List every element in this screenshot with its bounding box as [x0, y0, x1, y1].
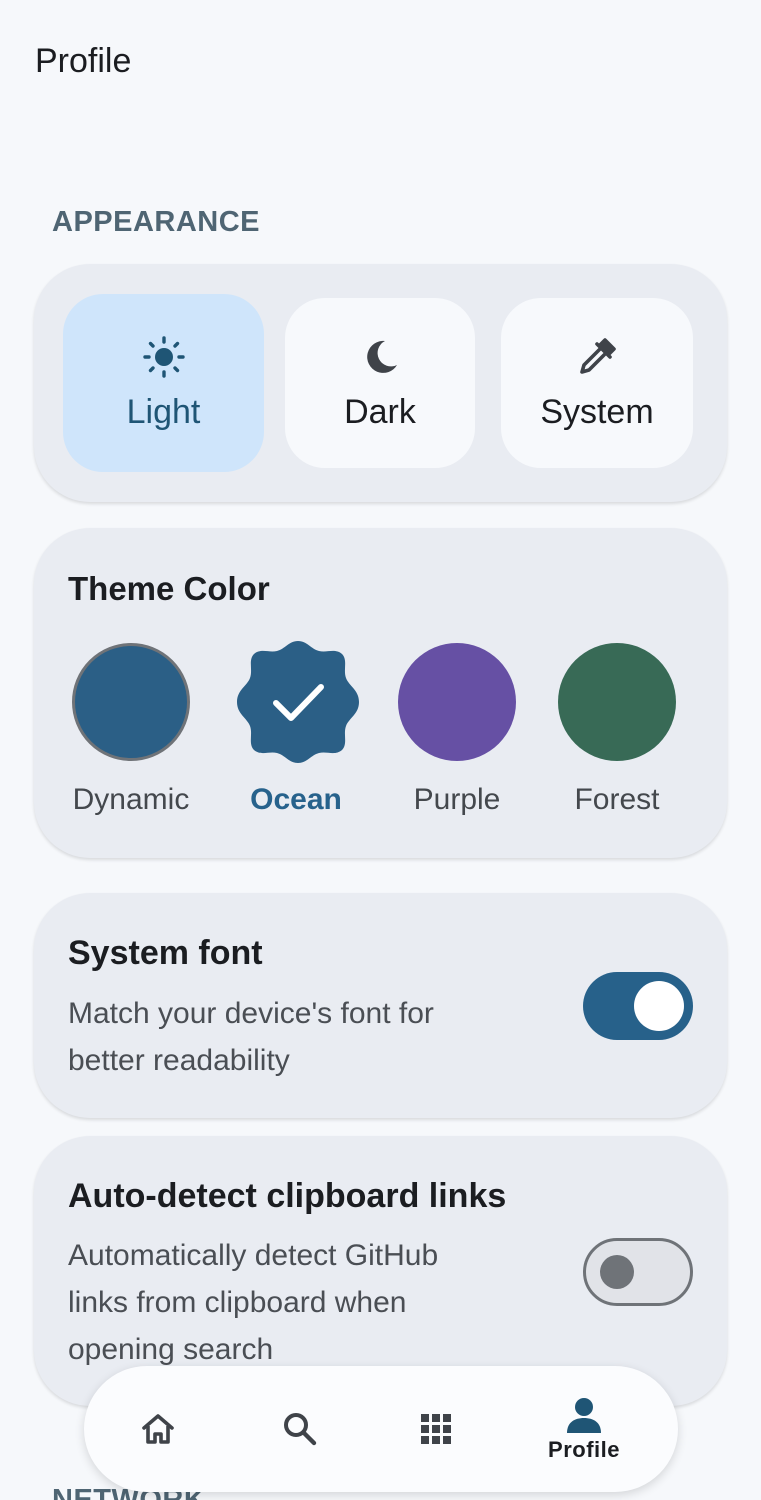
home-icon [142, 1414, 174, 1444]
system-font-card[interactable]: System font Match your device's font for… [34, 893, 727, 1118]
mode-light-label: Light [126, 392, 201, 431]
description-line: Match your device's font for [68, 997, 434, 1030]
mode-dark-button[interactable]: Dark [285, 298, 475, 468]
system-font-title: System font [68, 934, 263, 972]
mode-dark-label: Dark [344, 392, 416, 431]
mode-light-button[interactable]: Light [63, 294, 264, 472]
mode-system-button[interactable]: System [501, 298, 693, 468]
forest-color-circle [558, 643, 676, 761]
nav-search-button[interactable] [230, 1366, 370, 1492]
dynamic-color-circle [72, 643, 190, 761]
sun-icon [142, 335, 185, 378]
description-line: links from clipboard when [68, 1286, 407, 1319]
person-icon [567, 1398, 601, 1433]
theme-color-card: Theme Color Dynamic Ocean Purple Forest [34, 528, 727, 858]
color-label-forest: Forest [574, 783, 660, 816]
apps-grid-icon [421, 1414, 451, 1444]
nav-home-button[interactable] [88, 1366, 228, 1492]
search-icon [284, 1413, 317, 1446]
toggle-thumb [634, 981, 684, 1031]
color-label-dynamic: Dynamic [72, 783, 190, 816]
system-font-description: Match your device's font for better read… [68, 990, 434, 1084]
system-font-toggle[interactable] [583, 972, 693, 1040]
description-line: Automatically detect GitHub [68, 1239, 439, 1272]
bottom-navigation-bar: Profile [84, 1366, 678, 1492]
appearance-mode-card: Light Dark System [34, 264, 727, 502]
section-header-appearance: APPEARANCE [52, 206, 261, 238]
nav-apps-button[interactable] [366, 1366, 506, 1492]
theme-color-title: Theme Color [68, 570, 270, 607]
description-line: better readability [68, 1044, 290, 1077]
mode-system-label: System [540, 392, 654, 431]
clipboard-links-description: Automatically detect GitHub links from c… [68, 1232, 438, 1373]
color-label-ocean: Ocean [250, 783, 342, 816]
scalloped-selected-shape [237, 641, 359, 763]
nav-profile-label: Profile [548, 1437, 620, 1462]
purple-color-circle [398, 643, 516, 761]
nav-profile-button[interactable]: Profile [514, 1366, 654, 1492]
clipboard-links-toggle[interactable] [583, 1238, 693, 1306]
color-swatch-ocean[interactable] [235, 639, 361, 765]
moon-icon [367, 340, 397, 373]
color-label-purple: Purple [413, 783, 501, 816]
color-swatch-purple[interactable] [397, 642, 517, 762]
eyedropper-icon [580, 337, 616, 374]
toggle-thumb [600, 1255, 634, 1289]
page-title: Profile [35, 42, 132, 80]
color-swatch-dynamic[interactable] [71, 642, 191, 762]
clipboard-links-title: Auto-detect clipboard links [68, 1177, 507, 1215]
color-swatch-forest[interactable] [557, 642, 677, 762]
